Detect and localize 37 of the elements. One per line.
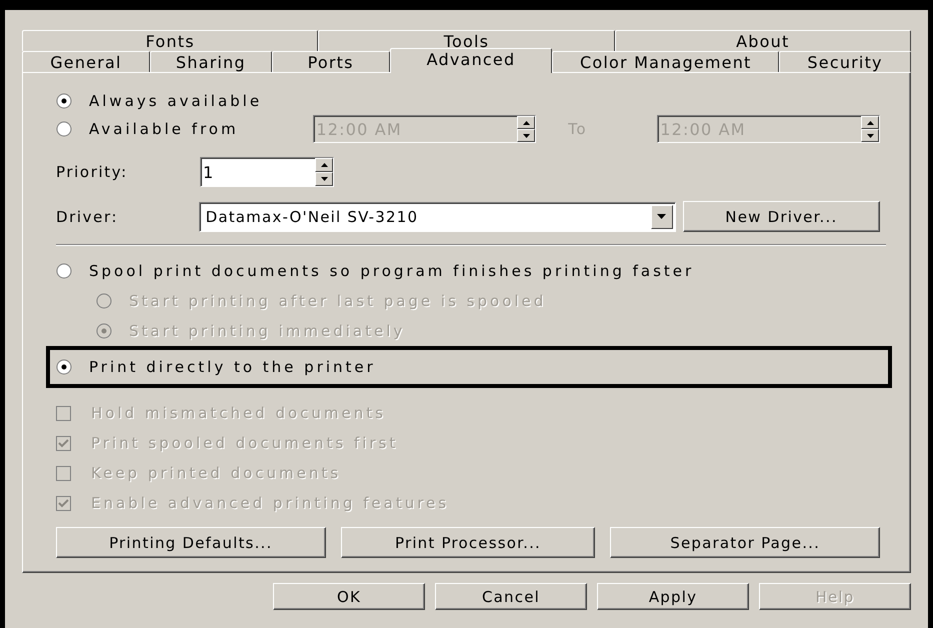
footer-button[interactable]: OK [273,583,425,610]
radio-button[interactable] [56,121,72,137]
dialog-button[interactable]: Separator Page... [610,527,880,558]
tab[interactable]: Fonts [22,30,318,51]
priority-label: Priority: [56,163,129,181]
down-arrow-icon [320,177,328,181]
driver-label: Driver: [56,208,120,226]
up-arrow-icon [866,120,874,124]
footer-button[interactable]: Apply [597,583,749,610]
priority-field[interactable]: 1 [200,157,334,187]
radio-button[interactable] [56,263,72,279]
tab[interactable]: Sharing [150,51,272,72]
tab[interactable]: Security [779,51,912,72]
driver-dropdown[interactable]: Datamax-O'Neil SV-3210 [198,202,676,232]
spin-down-button[interactable] [315,172,333,186]
dropdown-arrow-icon [657,214,666,219]
tab[interactable]: Advanced [390,48,552,73]
new-driver-button[interactable]: New Driver... [682,201,880,232]
tab[interactable]: Ports [272,51,390,72]
tab[interactable]: Tools [318,30,615,51]
dialog-button[interactable]: Printing Defaults... [56,527,326,558]
tab[interactable]: Color Management [552,51,780,72]
dialog-button[interactable]: Print Processor... [340,527,596,558]
tab[interactable]: General [22,51,150,72]
down-arrow-icon [866,134,874,138]
radio-button[interactable] [56,359,72,375]
footer-button[interactable]: Cancel [435,583,587,610]
radio-label: Print directly to the printer [89,358,376,376]
radio-label: Always available [89,92,262,110]
radio-button[interactable] [56,93,72,109]
up-arrow-icon [320,163,328,167]
up-arrow-icon [522,120,530,124]
spin-up-button[interactable] [315,158,333,172]
down-arrow-icon [522,134,530,138]
radio-label: Spool print documents so program finishes printing faster [89,262,694,280]
radio-label: Available from [89,120,239,138]
tab[interactable]: About [614,30,911,51]
